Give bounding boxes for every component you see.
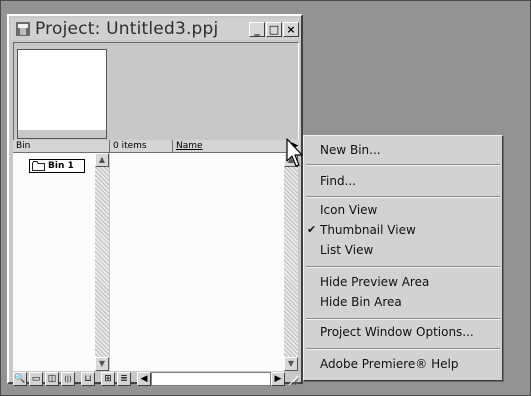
item-count-header: 0 items (110, 140, 173, 153)
maximize-button[interactable]: □ (266, 22, 282, 37)
menu-item-thumbnail-view[interactable]: ✔ Thumbnail View (304, 220, 502, 240)
scroll-down-icon[interactable]: ▼ (95, 357, 109, 371)
menu-item-label: Find... (320, 174, 357, 188)
folder-icon (32, 161, 45, 171)
bin-pane: Bin 1 (13, 153, 96, 371)
menu-item-hide-bin-area[interactable]: Hide Bin Area (304, 292, 502, 312)
menu-separator (306, 164, 500, 166)
menu-item-label: Hide Bin Area (320, 295, 402, 309)
bin-label: Bin 1 (48, 161, 74, 171)
menu-item-new-bin[interactable]: New Bin... (304, 140, 502, 160)
menu-item-label: Hide Preview Area (320, 275, 430, 289)
preview-scrubber[interactable] (17, 130, 107, 139)
items-pane (110, 153, 284, 371)
delete-icon[interactable]: ⊔ (81, 372, 95, 386)
items-scrollbar[interactable]: ▲ ▼ (284, 153, 298, 371)
project-context-menu: New Bin... Find... Icon View ✔ Thumbnail… (303, 135, 503, 381)
menu-item-list-view[interactable]: List View (304, 240, 502, 260)
horizontal-scrollbar[interactable] (151, 372, 271, 386)
menu-item-hide-preview-area[interactable]: Hide Preview Area (304, 272, 502, 292)
menu-separator (306, 196, 500, 198)
resize-grip-icon[interactable] (287, 374, 299, 386)
bin-scrollbar[interactable]: ▲ ▼ (95, 153, 109, 371)
scroll-right-icon[interactable]: ▶ (271, 372, 285, 386)
split-icon[interactable]: ⟨|⟩ (61, 372, 75, 386)
menu-separator (306, 348, 500, 350)
app-icon (16, 22, 30, 36)
preview-thumbnail (17, 49, 107, 133)
bin-column-header[interactable]: Bin (13, 140, 110, 153)
thumbnail-view-icon[interactable]: ⊞ (101, 372, 115, 386)
menu-item-label: Icon View (320, 203, 378, 217)
menu-item-project-window-options[interactable]: Project Window Options... (304, 322, 502, 342)
menu-separator (306, 266, 500, 268)
name-column-header[interactable]: Name (173, 140, 290, 153)
mouse-cursor-icon (286, 138, 303, 167)
binoculars-icon[interactable]: 🔍 (13, 372, 27, 386)
menu-item-label: Thumbnail View (320, 223, 416, 237)
project-toolbar: 🔍 ▭ ◫ ⟨|⟩ ⊔ ⊞ ≣ ◀ ▶ (13, 372, 299, 386)
menu-item-label: Adobe Premiere® Help (320, 357, 459, 371)
window-title: Project: Untitled3.ppj (35, 19, 219, 39)
checkmark-icon: ✔ (307, 223, 317, 236)
new-bin-icon[interactable]: ▭ (29, 372, 43, 386)
menu-item-label: List View (320, 243, 374, 257)
menu-item-label: New Bin... (320, 143, 381, 157)
list-view-icon[interactable]: ≣ (117, 372, 131, 386)
menu-item-find[interactable]: Find... (304, 171, 502, 191)
minimize-button[interactable]: _ (249, 22, 265, 37)
new-item-icon[interactable]: ◫ (45, 372, 59, 386)
scroll-down-icon[interactable]: ▼ (284, 357, 298, 371)
project-window: Project: Untitled3.ppj _ □ × Bin 0 items… (7, 14, 303, 386)
preview-area (13, 42, 299, 142)
menu-item-icon-view[interactable]: Icon View (304, 200, 502, 220)
scroll-up-icon[interactable]: ▲ (95, 153, 109, 167)
menu-separator (306, 318, 500, 320)
scroll-left-icon[interactable]: ◀ (137, 372, 151, 386)
menu-item-premiere-help[interactable]: Adobe Premiere® Help (304, 354, 502, 374)
close-button[interactable]: × (283, 22, 299, 37)
title-bar[interactable]: Project: Untitled3.ppj _ □ × (11, 18, 299, 40)
bin-item[interactable]: Bin 1 (29, 159, 85, 173)
menu-item-label: Project Window Options... (320, 325, 474, 339)
